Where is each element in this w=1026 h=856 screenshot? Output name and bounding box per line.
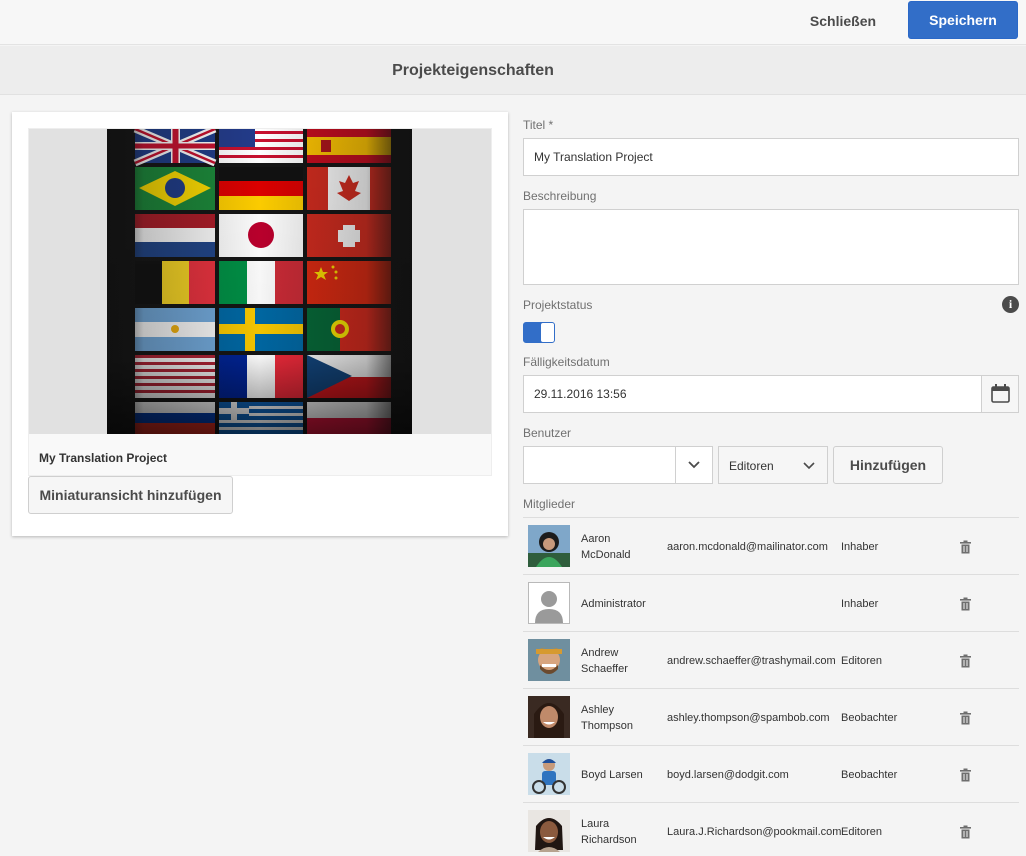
member-row: Ashley Thompson ashley.thompson@spambob.… [523, 688, 1019, 745]
thumbnail-card: My Translation Project Miniaturansicht h… [12, 112, 508, 536]
thumbnail-image-area [29, 129, 491, 434]
chevron-down-icon [688, 461, 700, 469]
trash-icon[interactable] [959, 825, 972, 839]
flags-thumbnail-image [107, 129, 412, 434]
member-role: Editoren [841, 654, 882, 667]
trash-icon[interactable] [959, 540, 972, 554]
description-textarea[interactable] [523, 209, 1019, 285]
member-email: aaron.mcdonald@mailinator.com [667, 540, 828, 553]
member-name: Aaron McDonald [581, 532, 631, 561]
user-search-input[interactable] [523, 446, 676, 484]
avatar [528, 639, 570, 681]
member-row: Andrew Schaeffer andrew.schaeffer@trashy… [523, 631, 1019, 688]
avatar [528, 525, 570, 567]
member-email: ashley.thompson@spambob.com [667, 711, 830, 724]
calendar-icon [991, 384, 1010, 403]
role-select-value: Editoren [729, 459, 774, 473]
avatar [528, 696, 570, 738]
member-name: Andrew Schaeffer [581, 646, 628, 675]
role-select[interactable]: Editoren [718, 446, 828, 484]
action-bar: Schließen Speichern [0, 0, 1026, 45]
toggle-knob [541, 323, 554, 342]
due-date-input[interactable] [523, 375, 982, 413]
page-title: Projekteigenschaften [392, 62, 554, 79]
project-status-toggle[interactable] [523, 322, 555, 343]
thumbnail-preview: My Translation Project [28, 128, 492, 476]
member-row: Laura Richardson Laura.J.Richardson@pook… [523, 802, 1019, 856]
description-label: Beschreibung [523, 189, 597, 203]
close-button[interactable]: Schließen [796, 2, 890, 39]
due-date-label: Fälligkeitsdatum [523, 355, 610, 369]
title-bar: Projekteigenschaften [0, 46, 1026, 95]
trash-icon[interactable] [959, 597, 972, 611]
members-label: Mitglieder [523, 497, 576, 511]
user-dropdown-button[interactable] [675, 446, 713, 484]
member-role: Editoren [841, 825, 882, 838]
member-role: Beobachter [841, 711, 898, 724]
member-email: andrew.schaeffer@trashymail.com [667, 654, 836, 667]
info-icon[interactable]: i [1002, 296, 1019, 313]
chevron-down-icon [803, 462, 815, 470]
member-name: Administrator [581, 597, 646, 610]
member-role: Inhaber [841, 540, 879, 553]
member-name: Boyd Larsen [581, 768, 643, 781]
trash-icon[interactable] [959, 654, 972, 668]
avatar-placeholder [528, 582, 570, 624]
title-label: Titel * [523, 118, 554, 132]
member-email: boyd.larsen@dodgit.com [667, 768, 789, 781]
member-email: Laura.J.Richardson@pookmail.com [667, 825, 842, 838]
thumbnail-project-name: My Translation Project [39, 451, 168, 465]
add-thumbnail-button[interactable]: Miniaturansicht hinzufügen [28, 476, 233, 514]
trash-icon[interactable] [959, 768, 972, 782]
project-status-label: Projektstatus [523, 298, 593, 312]
calendar-button[interactable] [981, 375, 1019, 413]
member-row: Administrator Inhaber [523, 574, 1019, 631]
member-name: Laura Richardson [581, 817, 637, 846]
member-name: Ashley Thompson [581, 703, 633, 732]
member-role: Beobachter [841, 768, 898, 781]
members-list: Aaron McDonald aaron.mcdonald@mailinator… [523, 517, 1019, 856]
users-label: Benutzer [523, 426, 572, 440]
avatar [528, 753, 570, 795]
trash-icon[interactable] [959, 711, 972, 725]
member-row: Boyd Larsen boyd.larsen@dodgit.com Beoba… [523, 745, 1019, 802]
title-input[interactable] [523, 138, 1019, 176]
member-role: Inhaber [841, 597, 879, 610]
save-button[interactable]: Speichern [908, 1, 1018, 39]
add-member-button[interactable]: Hinzufügen [833, 446, 943, 484]
member-row: Aaron McDonald aaron.mcdonald@mailinator… [523, 517, 1019, 574]
avatar [528, 810, 570, 852]
